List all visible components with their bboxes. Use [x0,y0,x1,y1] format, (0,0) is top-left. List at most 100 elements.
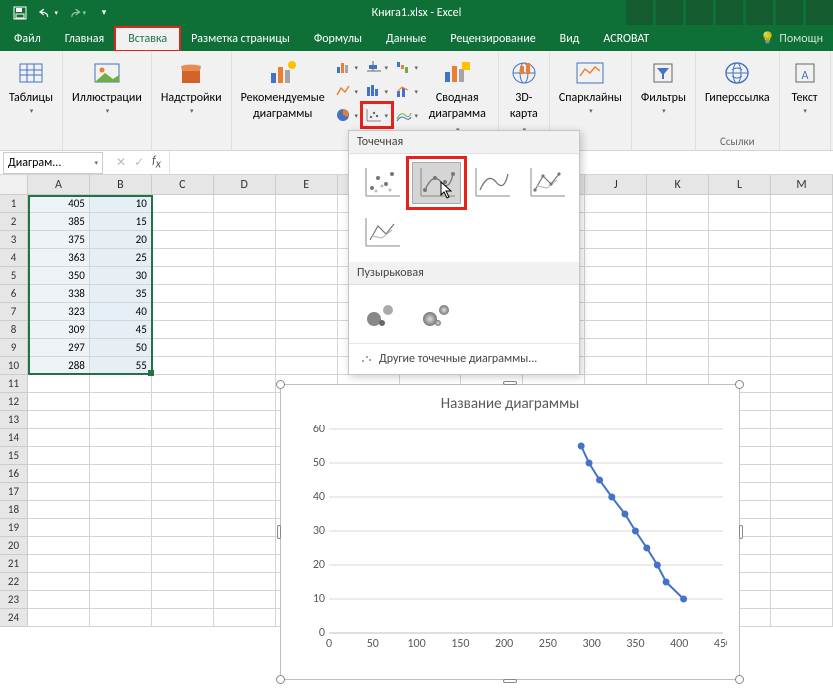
cell[interactable] [585,285,647,303]
resize-handle[interactable] [735,675,744,684]
cell[interactable] [771,591,833,609]
cell[interactable] [771,537,833,555]
cell[interactable] [28,483,90,501]
cell[interactable] [771,429,833,447]
cell[interactable] [276,321,338,339]
cell[interactable] [90,483,152,501]
cell[interactable] [709,195,771,213]
row-header[interactable]: 9 [0,339,28,357]
cell[interactable] [647,321,709,339]
cell[interactable]: 30 [90,267,152,285]
pie-chart-button[interactable]: ▾ [333,104,361,126]
cell[interactable]: 405 [28,195,90,213]
fx-cancel-icon[interactable]: ✕ [116,155,126,170]
bubble-option[interactable] [357,293,407,335]
cell[interactable] [28,393,90,411]
cell[interactable] [709,231,771,249]
column-header[interactable]: L [709,175,771,195]
cell[interactable] [90,609,152,627]
cell[interactable] [771,609,833,627]
scatter-chart-button[interactable]: ▾ [363,104,391,126]
cell[interactable] [152,357,214,375]
cell[interactable] [152,303,214,321]
cell[interactable] [276,249,338,267]
cell[interactable] [152,375,214,393]
cell[interactable] [214,573,276,591]
column-header[interactable]: E [276,175,338,195]
3d-map-button[interactable]: 3D- карта ▾ [504,54,544,139]
cell[interactable] [771,213,833,231]
undo-icon[interactable]: ▾ [38,3,58,23]
cell[interactable] [771,501,833,519]
cell[interactable] [152,393,214,411]
cell[interactable] [709,285,771,303]
cell[interactable] [709,339,771,357]
column-header[interactable]: C [152,175,214,195]
cell[interactable] [585,303,647,321]
cell[interactable] [771,321,833,339]
cell[interactable] [771,303,833,321]
addins-button[interactable]: Надстройки ▾ [157,54,226,119]
cell[interactable] [90,555,152,573]
cell[interactable] [28,519,90,537]
resize-handle[interactable] [503,679,517,683]
redo-icon[interactable]: ▾ [66,3,86,23]
cell[interactable] [709,267,771,285]
row-header[interactable]: 13 [0,411,28,429]
cell[interactable] [214,339,276,357]
resize-handle[interactable] [503,381,517,385]
cell[interactable] [771,483,833,501]
hierarchy-chart-button[interactable]: ▾ [363,56,391,78]
qat-customize-icon[interactable]: ▾ [94,3,114,23]
tab-formulas[interactable]: Формулы [302,27,374,51]
cell[interactable] [152,285,214,303]
cell[interactable] [152,573,214,591]
row-header[interactable]: 12 [0,393,28,411]
column-header[interactable]: J [585,175,647,195]
cell[interactable] [214,357,276,375]
cell[interactable] [90,429,152,447]
cell[interactable] [152,555,214,573]
cell[interactable] [152,465,214,483]
chart-title[interactable]: Название диаграммы [281,385,739,417]
cell[interactable] [152,339,214,357]
column-header[interactable]: A [28,175,90,195]
cell[interactable] [771,393,833,411]
cell[interactable] [647,249,709,267]
cell[interactable] [214,609,276,627]
cell[interactable] [28,537,90,555]
cell[interactable] [152,213,214,231]
row-header[interactable]: 1 [0,195,28,213]
cell[interactable] [214,411,276,429]
cell[interactable] [647,357,709,375]
cell[interactable] [771,465,833,483]
cell[interactable] [276,357,338,375]
cell[interactable] [214,537,276,555]
row-header[interactable]: 16 [0,465,28,483]
cell[interactable]: 323 [28,303,90,321]
resize-handle[interactable] [739,525,743,539]
cell[interactable] [152,195,214,213]
cell[interactable] [28,411,90,429]
fx-enter-icon[interactable]: ✓ [134,155,144,170]
cell[interactable] [152,411,214,429]
cell[interactable] [585,321,647,339]
cell[interactable] [152,483,214,501]
cell[interactable] [771,555,833,573]
cell[interactable]: 288 [28,357,90,375]
resize-handle[interactable] [276,675,285,684]
cell[interactable]: 50 [90,339,152,357]
sparklines-button[interactable]: Спарклайны ▾ [555,54,626,119]
cell[interactable] [709,357,771,375]
cell[interactable] [709,249,771,267]
cell[interactable] [28,501,90,519]
cell[interactable] [28,429,90,447]
cell[interactable] [585,195,647,213]
cell[interactable]: 25 [90,249,152,267]
statistic-chart-button[interactable]: ▾ [363,80,391,102]
cell[interactable] [647,267,709,285]
cell[interactable] [214,501,276,519]
cell[interactable] [152,537,214,555]
cell[interactable] [90,591,152,609]
cell[interactable] [28,555,90,573]
